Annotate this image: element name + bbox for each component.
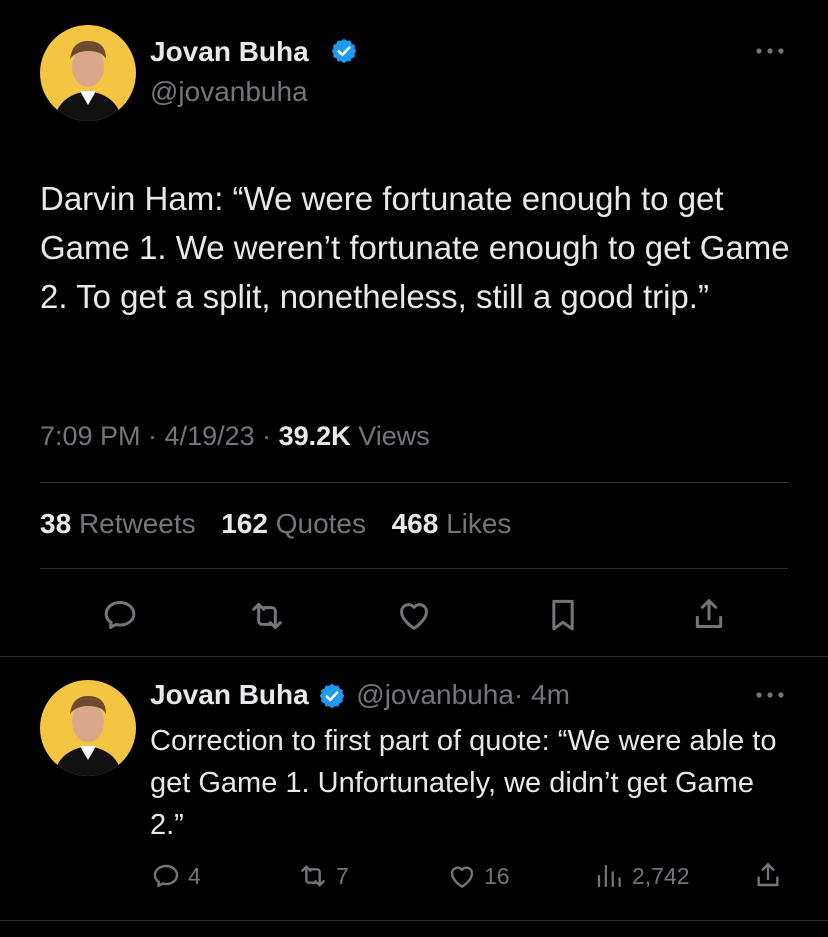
reply-button[interactable] xyxy=(100,595,140,635)
reply-reply-button[interactable]: 4 xyxy=(150,860,201,892)
reply-more-icon[interactable] xyxy=(754,688,786,706)
avatar-portrait xyxy=(54,41,122,121)
like-count: 16 xyxy=(484,862,510,889)
reply-retweet-button[interactable]: 7 xyxy=(296,860,349,892)
divider xyxy=(40,568,788,569)
retweets-label: Retweets xyxy=(78,508,196,539)
reply-author-handle[interactable]: @jovanbuha xyxy=(356,679,514,710)
reply-author-avatar[interactable] xyxy=(40,680,136,776)
retweets-stat[interactable]: 38 Retweets xyxy=(40,508,196,539)
bookmark-button[interactable] xyxy=(543,595,583,635)
reply-count: 4 xyxy=(188,862,201,889)
avatar-portrait xyxy=(54,696,122,776)
more-icon[interactable] xyxy=(754,44,786,62)
divider xyxy=(40,482,788,483)
bookmark-icon xyxy=(552,599,574,631)
author-avatar[interactable] xyxy=(40,25,136,121)
share-button[interactable] xyxy=(689,594,729,634)
reply-like-button[interactable]: 16 xyxy=(446,860,510,892)
reply-text: Correction to first part of quote: “We w… xyxy=(150,725,777,841)
like-icon xyxy=(400,603,428,630)
share-icon xyxy=(757,863,779,887)
author-name[interactable]: Jovan Buha xyxy=(150,36,309,68)
tweet-timestamp[interactable]: 7:09 PM · 4/19/23 · xyxy=(40,421,279,451)
retweet-count: 7 xyxy=(336,862,349,889)
verified-icon xyxy=(318,681,346,713)
author-handle[interactable]: @jovanbuha xyxy=(150,76,308,108)
like-icon xyxy=(450,866,474,888)
views-label: Views xyxy=(350,421,430,451)
quotes-stat[interactable]: 162 Quotes xyxy=(221,508,366,539)
likes-label: Likes xyxy=(446,508,512,539)
engagement-stats: 38 Retweets 162 Quotes 468 Likes xyxy=(40,508,511,540)
quotes-label: Quotes xyxy=(275,508,366,539)
verified-icon xyxy=(330,37,358,70)
likes-count: 468 xyxy=(391,508,439,539)
share-icon xyxy=(695,599,723,628)
retweet-icon xyxy=(252,602,282,630)
reply-icon xyxy=(104,601,136,629)
retweet-icon xyxy=(301,865,325,887)
like-button[interactable] xyxy=(394,595,434,635)
retweets-count: 38 xyxy=(40,508,72,539)
quotes-count: 162 xyxy=(221,508,268,539)
views-count: 2,742 xyxy=(632,862,690,889)
reply-header: Jovan Buha @jovanbuha· 4m xyxy=(150,679,570,713)
likes-stat[interactable]: 468 Likes xyxy=(392,508,512,539)
reply-share-button[interactable] xyxy=(752,859,784,896)
divider xyxy=(0,920,828,921)
tweet-text: Darvin Ham: “We were fortunate enough to… xyxy=(40,180,790,315)
divider xyxy=(0,656,828,657)
views-count: 39.2K xyxy=(278,421,351,451)
reply-views-button[interactable]: 2,742 xyxy=(594,860,690,892)
reply-icon xyxy=(153,864,179,888)
reply-author-name[interactable]: Jovan Buha xyxy=(150,679,309,710)
retweet-button[interactable] xyxy=(246,596,288,636)
views-icon xyxy=(597,864,621,888)
reply-time[interactable]: · 4m xyxy=(514,679,570,710)
tweet-meta: 7:09 PM · 4/19/23 · 39.2K Views xyxy=(40,421,430,452)
